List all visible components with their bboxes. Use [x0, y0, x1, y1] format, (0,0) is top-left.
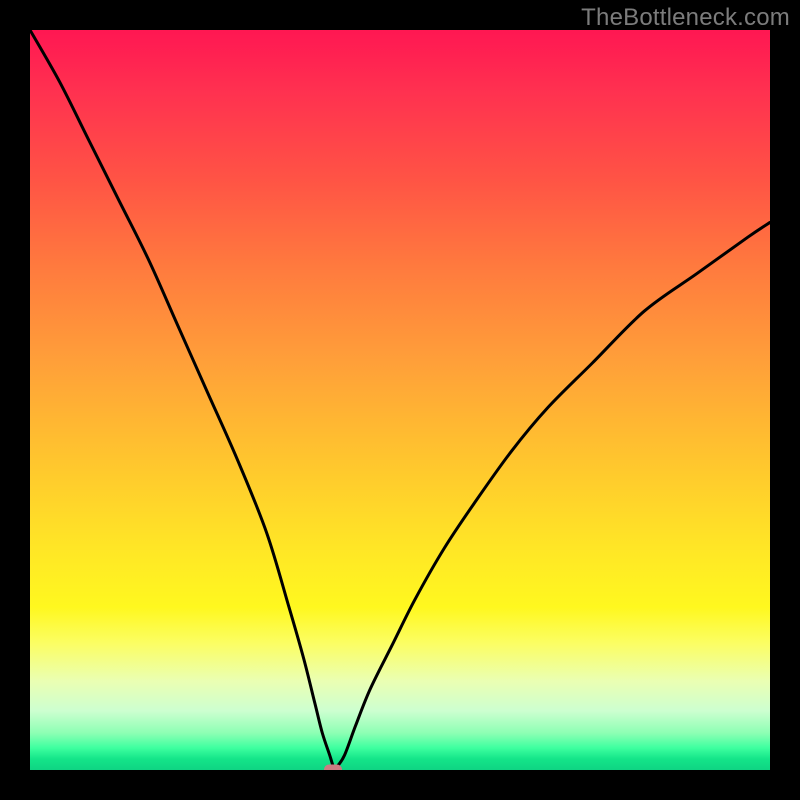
plot-area: [30, 30, 770, 770]
bottleneck-curve: [30, 30, 770, 768]
chart-frame: TheBottleneck.com: [0, 0, 800, 800]
watermark-text: TheBottleneck.com: [581, 4, 790, 32]
minimum-marker: [324, 765, 342, 771]
curve-svg: [30, 30, 770, 770]
